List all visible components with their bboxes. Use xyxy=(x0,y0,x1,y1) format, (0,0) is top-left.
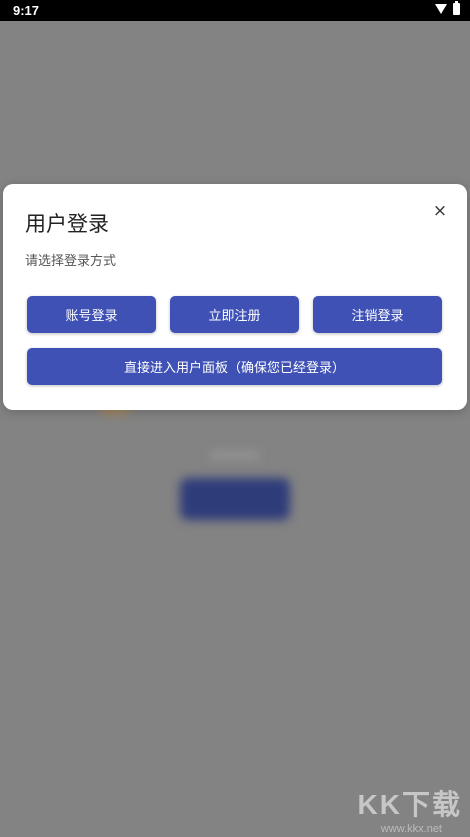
logout-button[interactable]: 注销登录 xyxy=(313,296,442,333)
wifi-icon xyxy=(435,4,447,14)
dialog-title: 用户登录 xyxy=(25,212,109,236)
watermark-logo: KK下载 xyxy=(357,789,462,820)
status-bar: 9:17 xyxy=(0,0,470,21)
login-dialog: 用户登录 × 请选择登录方式 账号登录 立即注册 注销登录 直接进入用户面板（确… xyxy=(3,184,467,410)
enter-user-panel-button[interactable]: 直接进入用户面板（确保您已经登录） xyxy=(27,348,442,385)
close-icon[interactable]: × xyxy=(431,202,449,220)
register-button[interactable]: 立即注册 xyxy=(170,296,299,333)
modal-scrim[interactable] xyxy=(0,21,470,837)
status-time: 9:17 xyxy=(13,3,40,18)
battery-icon xyxy=(453,1,460,15)
dialog-subtitle: 请选择登录方式 xyxy=(25,254,117,269)
status-icons xyxy=(435,1,460,15)
account-login-button[interactable]: 账号登录 xyxy=(27,296,156,333)
watermark-url: www.kkx.net xyxy=(380,823,442,835)
